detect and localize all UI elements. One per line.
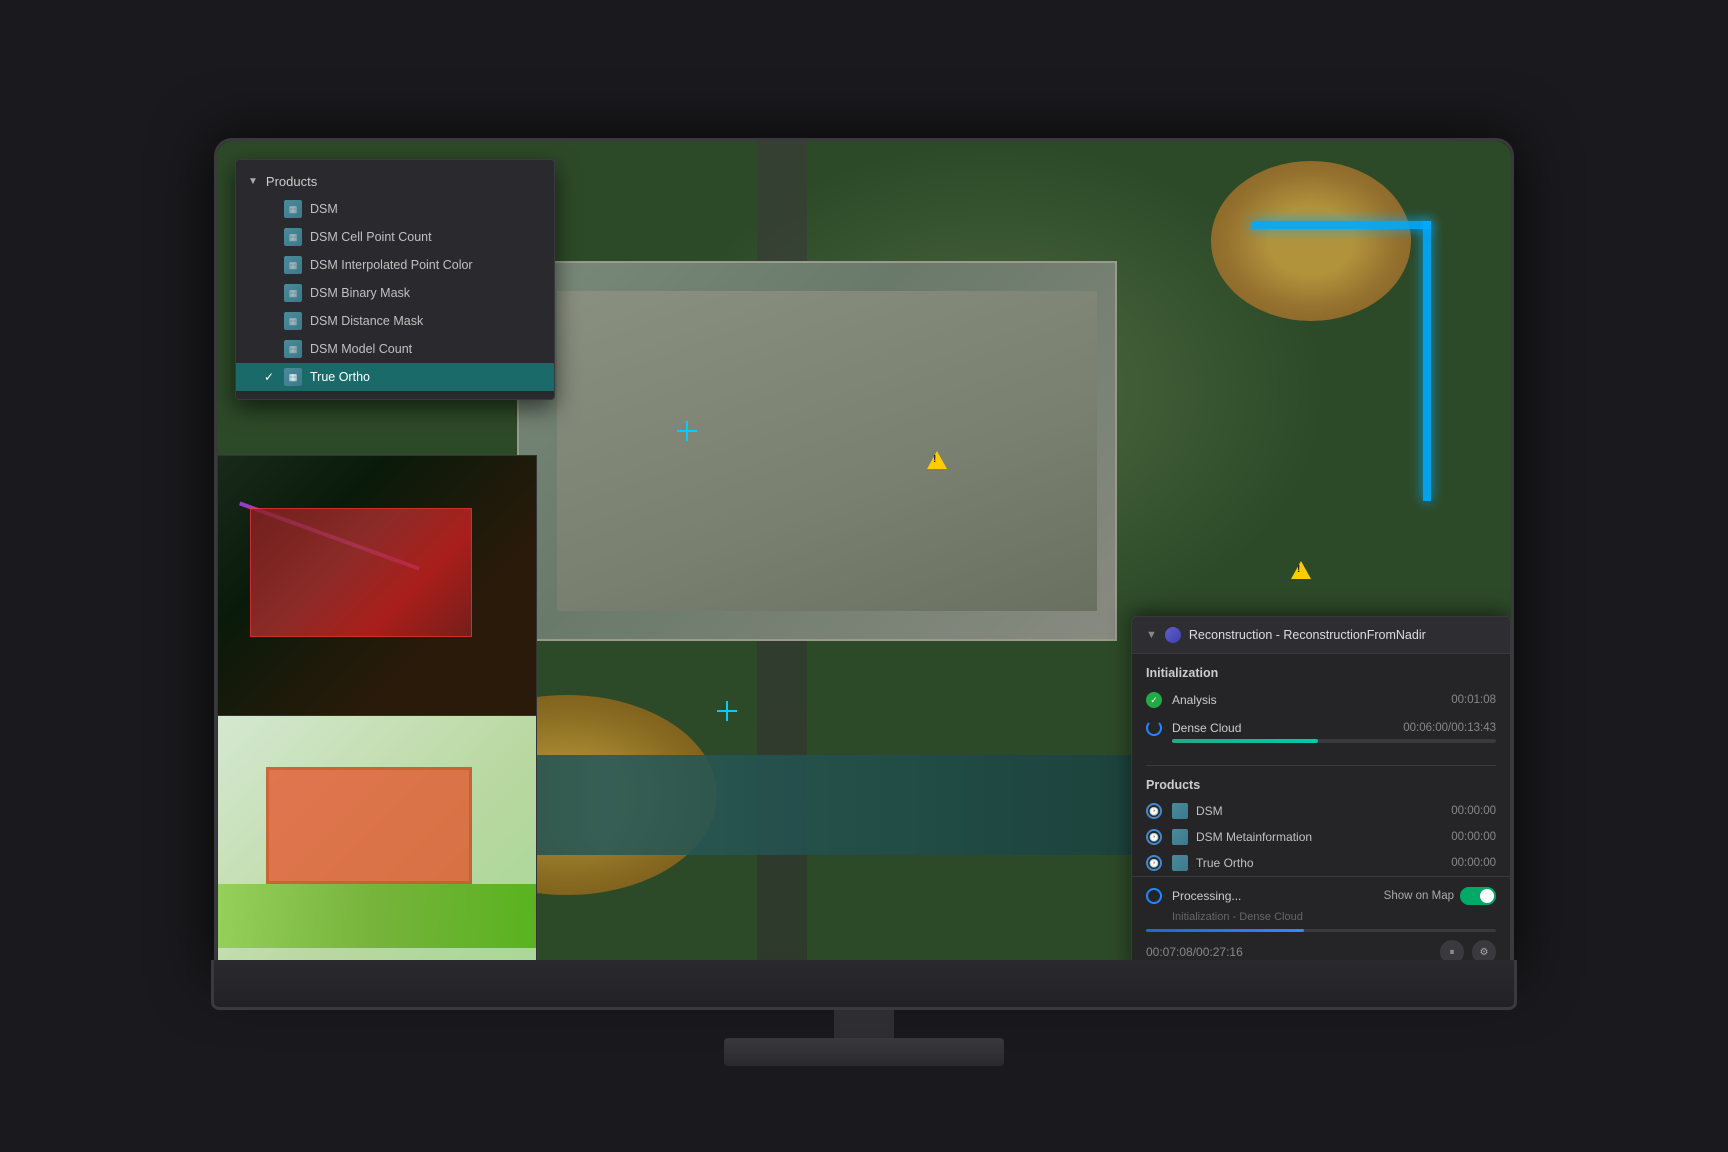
true-ortho-label: True Ortho [310, 370, 370, 384]
products-section-label: Products [1132, 770, 1510, 798]
show-on-map-toggle[interactable] [1460, 887, 1496, 905]
small-viewport-top [217, 455, 537, 716]
check-icon-dsm-cell [264, 230, 278, 244]
dropdown-item-dsm-distance[interactable]: ▦ DSM Distance Mask [236, 307, 554, 335]
product-dsm-clock-icon: 🕐 [1146, 803, 1162, 819]
dropdown-header: ▼ Products [236, 168, 554, 195]
dsm-binary-icon: ▦ [284, 284, 302, 302]
products-dropdown-panel: ▼ Products ▦ DSM ▦ DSM Cell Point Count … [235, 159, 555, 400]
section-divider [1146, 765, 1496, 766]
panel-collapse-icon[interactable]: ▼ [1146, 629, 1157, 641]
analysis-time: 00:01:08 [1451, 694, 1496, 706]
dropdown-item-dsm-interp[interactable]: ▦ DSM Interpolated Point Color [236, 251, 554, 279]
toggle-knob [1480, 889, 1494, 903]
footer-processing-row: Processing... Show on Map [1146, 887, 1496, 905]
dsm-interp-label: DSM Interpolated Point Color [310, 258, 473, 272]
analysis-label: Analysis [1172, 693, 1443, 707]
true-ortho-icon: ▦ [284, 368, 302, 386]
product-true-ortho-icon [1172, 855, 1188, 871]
product-dsm-icon [1172, 803, 1188, 819]
dropdown-item-true-ortho[interactable]: ✓ ▦ True Ortho [236, 363, 554, 391]
initialization-section: Initialization ✓ Analysis 00:01:08 Dense… [1132, 654, 1510, 761]
dropdown-header-label: Products [266, 174, 317, 189]
check-icon-dsm-interp [264, 258, 278, 272]
check-icon-dsm-model [264, 342, 278, 356]
panel-map-color [218, 716, 536, 975]
dense-cloud-progress-icon [1146, 720, 1162, 736]
analysis-row: ✓ Analysis 00:01:08 [1146, 690, 1496, 710]
footer-processing-icon [1146, 888, 1162, 904]
panel-title: Reconstruction - ReconstructionFromNadir [1189, 628, 1426, 642]
dsm-interp-icon: ▦ [284, 256, 302, 274]
dsm-binary-label: DSM Binary Mask [310, 286, 410, 300]
dense-cloud-progress-bar [1172, 739, 1496, 743]
dropdown-item-dsm-cell[interactable]: ▦ DSM Cell Point Count [236, 223, 554, 251]
product-true-ortho-clock-icon: 🕐 [1146, 855, 1162, 871]
warning-triangle-1 [927, 451, 947, 469]
check-icon-true-ortho: ✓ [264, 370, 278, 384]
product-true-ortho: 🕐 True Ortho 00:00:00 [1132, 850, 1510, 876]
dropdown-arrow-icon: ▼ [248, 176, 258, 187]
monitor-stand-base [724, 1038, 1004, 1066]
footer-progress-fill [1146, 929, 1304, 932]
initialization-label: Initialization [1146, 666, 1496, 680]
check-icon-dsm-binary [264, 286, 278, 300]
dropdown-item-dsm-binary[interactable]: ▦ DSM Binary Mask [236, 279, 554, 307]
product-true-ortho-time: 00:00:00 [1451, 857, 1496, 869]
scene: ▼ Products ▦ DSM ▦ DSM Cell Point Count … [164, 86, 1564, 1066]
footer-timer: 00:07:08/00:27:16 [1146, 945, 1243, 959]
product-dsm-label: DSM [1196, 804, 1451, 818]
footer-progress-bar [1146, 929, 1496, 932]
dense-cloud-progress-fill [1172, 739, 1318, 743]
check-icon-dsm [264, 202, 278, 216]
dsm-distance-icon: ▦ [284, 312, 302, 330]
product-dsm-meta: 🕐 DSM Metainformation 00:00:00 [1132, 824, 1510, 850]
warning-triangle-2 [1291, 561, 1311, 579]
check-icon-dsm-distance [264, 314, 278, 328]
dsm-cell-label: DSM Cell Point Count [310, 230, 432, 244]
dropdown-item-dsm-model[interactable]: ▦ DSM Model Count [236, 335, 554, 363]
product-dsm-time: 00:00:00 [1451, 805, 1496, 817]
dsm-cell-icon: ▦ [284, 228, 302, 246]
product-true-ortho-label: True Ortho [1196, 856, 1451, 870]
footer-sublabel: Initialization - Dense Cloud [1172, 911, 1496, 923]
dsm-model-icon: ▦ [284, 340, 302, 358]
dsm-distance-label: DSM Distance Mask [310, 314, 423, 328]
processing-panel: ▼ Reconstruction - ReconstructionFromNad… [1131, 616, 1511, 975]
reconstruction-icon [1165, 627, 1181, 643]
product-dsm-meta-clock-icon: 🕐 [1146, 829, 1162, 845]
product-dsm: 🕐 DSM 00:00:00 [1132, 798, 1510, 824]
analysis-status-check-icon: ✓ [1146, 692, 1162, 708]
dropdown-item-dsm[interactable]: ▦ DSM [236, 195, 554, 223]
dense-cloud-label: Dense Cloud [1172, 721, 1395, 735]
crosshair-marker-1 [677, 421, 697, 441]
product-dsm-meta-time: 00:00:00 [1451, 831, 1496, 843]
small-viewports [217, 455, 537, 975]
monitor-chin [211, 960, 1517, 1010]
footer-processing-label: Processing... [1172, 889, 1384, 903]
dense-cloud-row: Dense Cloud 00:06:00/00:13:43 [1146, 718, 1496, 745]
screen-content: ▼ Products ▦ DSM ▦ DSM Cell Point Count … [217, 141, 1511, 975]
dense-cloud-time: 00:06:00/00:13:43 [1403, 722, 1496, 734]
small-viewport-bottom [217, 716, 537, 976]
product-dsm-meta-icon [1172, 829, 1188, 845]
panel-map-ir [218, 456, 536, 715]
show-on-map-label: Show on Map [1384, 890, 1454, 902]
dsm-icon: ▦ [284, 200, 302, 218]
panel-title-bar: ▼ Reconstruction - ReconstructionFromNad… [1132, 617, 1510, 654]
crosshair-marker-2 [717, 701, 737, 721]
dsm-model-label: DSM Model Count [310, 342, 412, 356]
product-dsm-meta-label: DSM Metainformation [1196, 830, 1451, 844]
dsm-label: DSM [310, 202, 338, 216]
monitor: ▼ Products ▦ DSM ▦ DSM Cell Point Count … [214, 138, 1514, 978]
